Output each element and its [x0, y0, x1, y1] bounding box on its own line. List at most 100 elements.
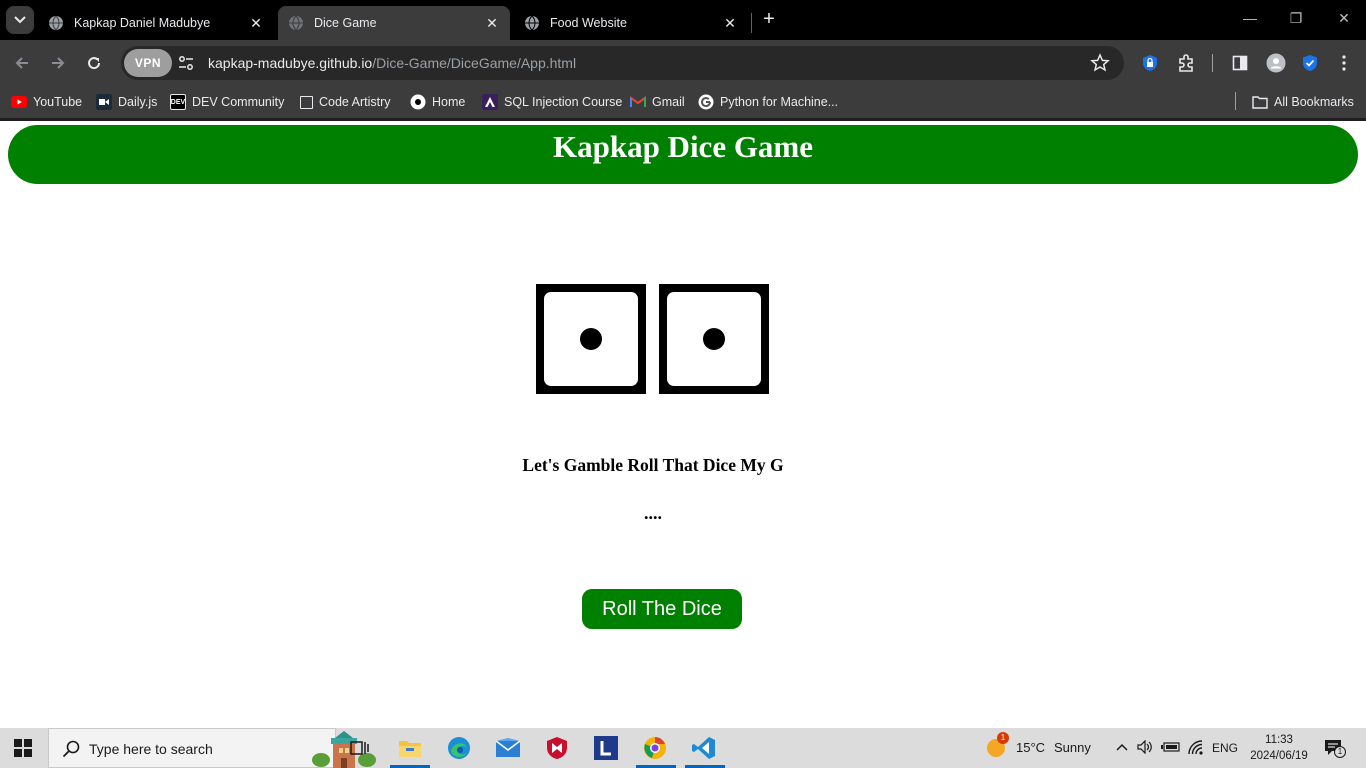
site-settings-icon[interactable] — [177, 54, 195, 72]
forward-button[interactable] — [46, 51, 70, 75]
extensions-icon[interactable] — [1175, 52, 1197, 74]
windows-taskbar: Type here to search 1 15°C Sunny ENG 11:… — [0, 728, 1366, 768]
l-app-icon[interactable] — [592, 734, 620, 762]
new-tab-button[interactable]: + — [758, 9, 780, 31]
bookmarks-divider — [1235, 92, 1236, 110]
bookmark-label: Daily.js — [118, 95, 158, 109]
back-button[interactable] — [10, 51, 34, 75]
bookmark-youtube[interactable]: YouTube — [11, 93, 82, 111]
mail-icon[interactable] — [494, 734, 522, 762]
gmail-icon — [630, 94, 646, 110]
bookmark-label: Home — [432, 95, 466, 109]
vpn-label: VPN — [134, 56, 162, 70]
bookmark-python-for-machine[interactable]: Python for Machine... — [698, 93, 838, 111]
taskbar-clock[interactable]: 11:33 2024/06/19 — [1248, 732, 1310, 764]
globe-icon — [288, 15, 304, 31]
dice-pip — [580, 328, 602, 350]
close-icon[interactable]: ✕ — [248, 15, 264, 31]
bookmark-dev-community[interactable]: DEV DEV Community — [170, 93, 284, 111]
bookmark-daily-js[interactable]: Daily.js — [96, 93, 157, 111]
chevron-down-icon — [14, 16, 26, 24]
vpn-button[interactable]: VPN — [124, 49, 172, 77]
bookmark-home[interactable]: Home — [410, 93, 465, 111]
edge-browser-icon[interactable] — [445, 734, 473, 762]
browser-toolbar: VPN kapkap-madubye.github.io/Dice-Game/D… — [0, 40, 1366, 86]
close-icon[interactable]: ✕ — [722, 15, 738, 31]
bookmark-label: All Bookmarks — [1274, 95, 1354, 109]
url-text[interactable]: kapkap-madubye.github.io/Dice-Game/DiceG… — [208, 55, 576, 71]
code-artistry-icon — [300, 95, 313, 109]
notification-count: 1 — [1334, 746, 1346, 758]
page-banner: Kapkap Dice Game — [8, 125, 1358, 184]
notification-center-icon[interactable]: 1 — [1324, 739, 1346, 760]
reload-icon — [88, 57, 101, 70]
game-result: .... — [644, 503, 662, 523]
youtube-icon — [11, 94, 27, 110]
tab-separator — [751, 13, 752, 33]
tab-title: Food Website — [550, 16, 627, 30]
globe-icon — [48, 15, 64, 31]
side-panel-icon[interactable] — [1229, 52, 1251, 74]
sql-course-icon — [482, 94, 498, 110]
dice-pip — [703, 328, 725, 350]
bookmark-label: DEV Community — [192, 95, 285, 109]
restore-button[interactable]: ❐ — [1286, 10, 1306, 27]
show-hidden-icons-chevron-icon[interactable] — [1115, 740, 1129, 757]
input-language[interactable]: ENG — [1212, 741, 1238, 755]
address-bar[interactable]: VPN kapkap-madubye.github.io/Dice-Game/D… — [121, 46, 1124, 80]
task-view-icon[interactable] — [346, 734, 374, 762]
bookmark-label: Gmail — [652, 95, 685, 109]
folder-icon — [1252, 94, 1268, 110]
more-menu-icon[interactable] — [1333, 52, 1355, 74]
clock-date: 2024/06/19 — [1250, 750, 1308, 762]
close-window-button[interactable]: ✕ — [1334, 10, 1354, 27]
bookmark-label: SQL Injection Course — [504, 95, 623, 109]
close-icon[interactable]: ✕ — [484, 15, 500, 31]
vscode-icon[interactable] — [690, 734, 718, 762]
google-icon — [698, 94, 714, 110]
dice-face — [667, 292, 761, 386]
wifi-icon[interactable] — [1188, 740, 1204, 759]
page-content: Kapkap Dice Game Let's Gamble Roll That … — [0, 121, 1366, 728]
all-bookmarks-button[interactable]: All Bookmarks — [1252, 93, 1354, 111]
bookmarks-bar: YouTube Daily.js DEV DEV Community Code … — [0, 86, 1366, 118]
daily-dev-icon — [96, 94, 112, 110]
profile-avatar-icon[interactable] — [1265, 52, 1287, 74]
reload-button[interactable] — [82, 51, 106, 75]
battery-icon[interactable] — [1161, 740, 1181, 757]
bookmark-label: Code Artistry — [319, 95, 391, 109]
bookmark-sql-injection-course[interactable]: SQL Injection Course — [482, 93, 622, 111]
bookmark-code-artistry[interactable]: Code Artistry — [300, 93, 391, 111]
arrow-right-icon — [52, 57, 65, 69]
globe-icon — [524, 15, 540, 31]
dev-community-icon: DEV — [170, 94, 186, 110]
weather-widget[interactable]: 1 — [985, 732, 1009, 758]
bookmark-star-icon[interactable] — [1090, 53, 1110, 73]
roll-dice-label: Roll The Dice — [602, 597, 722, 620]
minimize-button[interactable]: — — [1240, 10, 1260, 26]
password-manager-icon[interactable] — [1139, 52, 1161, 74]
mcafee-icon[interactable] — [543, 734, 571, 762]
taskbar-search-box[interactable]: Type here to search — [48, 728, 376, 768]
tab-kapkap-daniel-madubye[interactable]: Kapkap Daniel Madubye ✕ — [38, 6, 274, 40]
tab-title: Kapkap Daniel Madubye — [74, 16, 211, 30]
dice-face — [544, 292, 638, 386]
file-explorer-icon[interactable] — [396, 734, 424, 762]
url-host: kapkap-madubye.github.io — [208, 55, 373, 71]
url-path: /Dice-Game/DiceGame/App.html — [372, 55, 577, 71]
arrow-left-icon — [15, 57, 28, 69]
roll-dice-button[interactable]: Roll The Dice — [582, 589, 742, 629]
bookmark-label: YouTube — [33, 95, 83, 109]
windows-start-icon[interactable] — [14, 739, 32, 757]
browser-tab-strip: Kapkap Daniel Madubye ✕ Dice Game ✕ Food… — [0, 0, 1366, 40]
chrome-vpn-icon[interactable] — [641, 734, 669, 762]
clock-time: 11:33 — [1265, 734, 1293, 746]
tab-dice-game[interactable]: Dice Game ✕ — [278, 6, 510, 40]
dice-left — [536, 284, 646, 394]
tab-search-button[interactable] — [6, 6, 34, 34]
volume-icon[interactable] — [1137, 739, 1153, 757]
bookmark-gmail[interactable]: Gmail — [630, 93, 685, 111]
security-shield-icon[interactable] — [1299, 52, 1321, 74]
home-icon — [410, 94, 426, 110]
tab-food-website[interactable]: Food Website ✕ — [514, 6, 748, 40]
